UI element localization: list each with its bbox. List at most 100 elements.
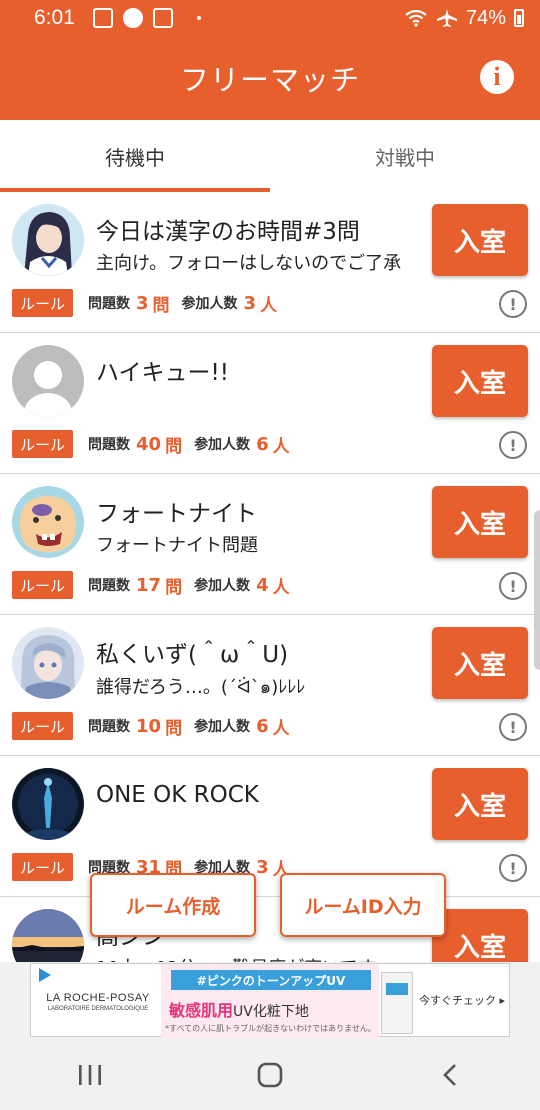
room-title: フォートナイト <box>96 501 257 527</box>
room-avatar <box>12 909 84 962</box>
room-description: フォートナイト問題 <box>96 535 258 556</box>
recent-apps-button[interactable] <box>60 1055 120 1095</box>
room-row[interactable]: 私くいず(＾ω＾U) 誰得だろう…。(´ᐛ`๑)ﾚﾚﾚ 入室 ルール 問題数 1… <box>0 615 540 756</box>
participants-label: 参加人数 <box>194 437 251 453</box>
status-bar: 6:01 74% <box>0 0 540 36</box>
room-row[interactable]: ハイキュー!! 入室 ルール 問題数 40 問 参加人数 6 人 ! <box>0 333 540 474</box>
room-list[interactable]: 今日は漢字のお時間#3問 主向け。フォローはしないのでご了承 入室 ルール 問題… <box>0 192 540 962</box>
enter-room-button[interactable]: 入室 <box>432 204 528 276</box>
enter-room-button[interactable]: 入室 <box>432 768 528 840</box>
tab-waiting-label: 待機中 <box>105 145 165 170</box>
ad-creative: #ピンクのトーンアップUV 敏感肌用UV化粧下地 *すべての人に肌トラブルが起き… <box>161 964 379 1038</box>
enter-room-button[interactable]: 入室 <box>432 345 528 417</box>
home-button[interactable] <box>240 1055 300 1095</box>
tab-playing[interactable]: 対戦中 <box>270 120 540 192</box>
page-title: フリーマッチ <box>179 63 360 97</box>
ad-headline: 敏感肌用UV化粧下地 <box>169 997 309 1021</box>
enter-room-button[interactable]: 入室 <box>432 909 528 962</box>
ad-choices-icon[interactable] <box>39 968 51 982</box>
questions-count: 10 <box>136 715 162 737</box>
enter-room-button[interactable]: 入室 <box>432 627 528 699</box>
room-avatar <box>12 345 84 417</box>
rule-button[interactable]: ルール <box>12 571 73 599</box>
questions-unit: 問 <box>152 295 170 316</box>
ad-headline-rest: UV化粧下地 <box>233 1004 309 1020</box>
report-icon[interactable]: ! <box>499 854 527 882</box>
room-description: 主向け。フォローはしないのでご了承 <box>96 253 402 274</box>
participants-count: 4 <box>256 574 269 596</box>
room-avatar <box>12 627 84 699</box>
home-icon <box>257 1062 283 1088</box>
room-stats: 問題数 40 問 参加人数 6 人 <box>88 430 302 458</box>
questions-label: 問題数 <box>88 296 130 312</box>
room-description: 誰得だろう…。(´ᐛ`๑)ﾚﾚﾚ <box>96 677 306 698</box>
tab-playing-label: 対戦中 <box>375 145 435 170</box>
rule-button[interactable]: ルール <box>12 853 73 881</box>
report-icon[interactable]: ! <box>499 290 527 318</box>
participants-label: 参加人数 <box>181 296 238 312</box>
ad-disclaimer: *すべての人に肌トラブルが起きないわけではありません。 <box>165 1024 376 1033</box>
battery-percent: 74% <box>465 6 506 29</box>
questions-unit: 問 <box>165 718 183 739</box>
questions-unit: 問 <box>165 577 183 598</box>
info-icon[interactable]: i <box>480 60 514 94</box>
rule-button[interactable]: ルール <box>12 712 73 740</box>
room-stats: 問題数 17 問 参加人数 4 人 <box>88 571 302 599</box>
recent-apps-icon <box>79 1065 101 1085</box>
ad-brand-logo: LA ROCHE-POSAY LABORATOIRE DERMATOLOGIQU… <box>37 992 159 1012</box>
report-icon[interactable]: ! <box>499 713 527 741</box>
room-title: 私くいず(＾ω＾U) <box>96 642 289 668</box>
room-avatar <box>12 486 84 558</box>
room-row[interactable]: フォートナイト フォートナイト問題 入室 ルール 問題数 17 問 参加人数 4… <box>0 474 540 615</box>
participants-count: 3 <box>243 292 257 314</box>
action-buttons: ルーム作成 ルームID入力 <box>90 873 446 937</box>
scrollbar[interactable] <box>534 510 540 670</box>
room-title: 今日は漢字のお時間#3問 <box>96 219 360 245</box>
questions-label: 問題数 <box>88 578 130 594</box>
airplane-mode-icon <box>436 9 457 27</box>
back-icon <box>443 1064 456 1086</box>
participants-unit: 人 <box>272 577 290 598</box>
enter-room-button[interactable]: 入室 <box>432 486 528 558</box>
room-stats: 問題数 10 問 参加人数 6 人 <box>88 712 302 740</box>
app-notification-icon <box>122 8 143 28</box>
rule-button[interactable]: ルール <box>12 289 73 317</box>
report-icon[interactable]: ! <box>499 572 527 600</box>
room-avatar <box>12 768 84 840</box>
participants-count: 6 <box>256 715 269 737</box>
participants-unit: 人 <box>260 295 278 316</box>
battery-icon <box>514 9 524 27</box>
enter-room-id-button[interactable]: ルームID入力 <box>280 873 446 937</box>
room-description: 10人or03分〜。難易度が高いです <box>96 954 422 962</box>
room-row[interactable]: 今日は漢字のお時間#3問 主向け。フォローはしないのでご了承 入室 ルール 問題… <box>0 192 540 333</box>
room-title: ONE OK ROCK <box>96 782 259 808</box>
questions-count: 17 <box>136 574 162 596</box>
questions-unit: 問 <box>165 436 183 457</box>
ad-banner[interactable]: LA ROCHE-POSAY LABORATOIRE DERMATOLOGIQU… <box>30 963 510 1038</box>
room-title: ハイキュー!! <box>96 360 229 386</box>
shield-notification-icon <box>152 8 173 28</box>
ad-brand-name: LA ROCHE-POSAY <box>46 992 150 1004</box>
status-right: 74% <box>404 7 524 30</box>
wifi-icon <box>405 9 427 27</box>
system-nav-bar <box>0 1040 540 1110</box>
ad-hashtag: #ピンクのトーンアップUV <box>171 970 371 990</box>
room-avatar <box>12 204 84 276</box>
app-bar: フリーマッチ i <box>0 36 540 120</box>
ad-product-image <box>381 972 413 1034</box>
ad-brand-sub: LABORATOIRE DERMATOLOGIQUE <box>47 1006 149 1012</box>
questions-count: 40 <box>136 433 162 455</box>
ad-cta-link[interactable]: 今すぐチェック ▸ <box>419 992 505 1008</box>
rule-button[interactable]: ルール <box>12 430 73 458</box>
participants-unit: 人 <box>272 436 290 457</box>
tab-waiting[interactable]: 待機中 <box>0 120 270 192</box>
create-room-button[interactable]: ルーム作成 <box>90 873 256 937</box>
report-icon[interactable]: ! <box>499 431 527 459</box>
status-time: 6:01 <box>34 6 75 29</box>
questions-count: 3 <box>136 292 149 314</box>
participants-label: 参加人数 <box>194 578 251 594</box>
tab-bar: 待機中 対戦中 <box>0 120 540 192</box>
back-button[interactable] <box>420 1055 480 1095</box>
questions-label: 問題数 <box>88 719 130 735</box>
participants-label: 参加人数 <box>194 719 251 735</box>
